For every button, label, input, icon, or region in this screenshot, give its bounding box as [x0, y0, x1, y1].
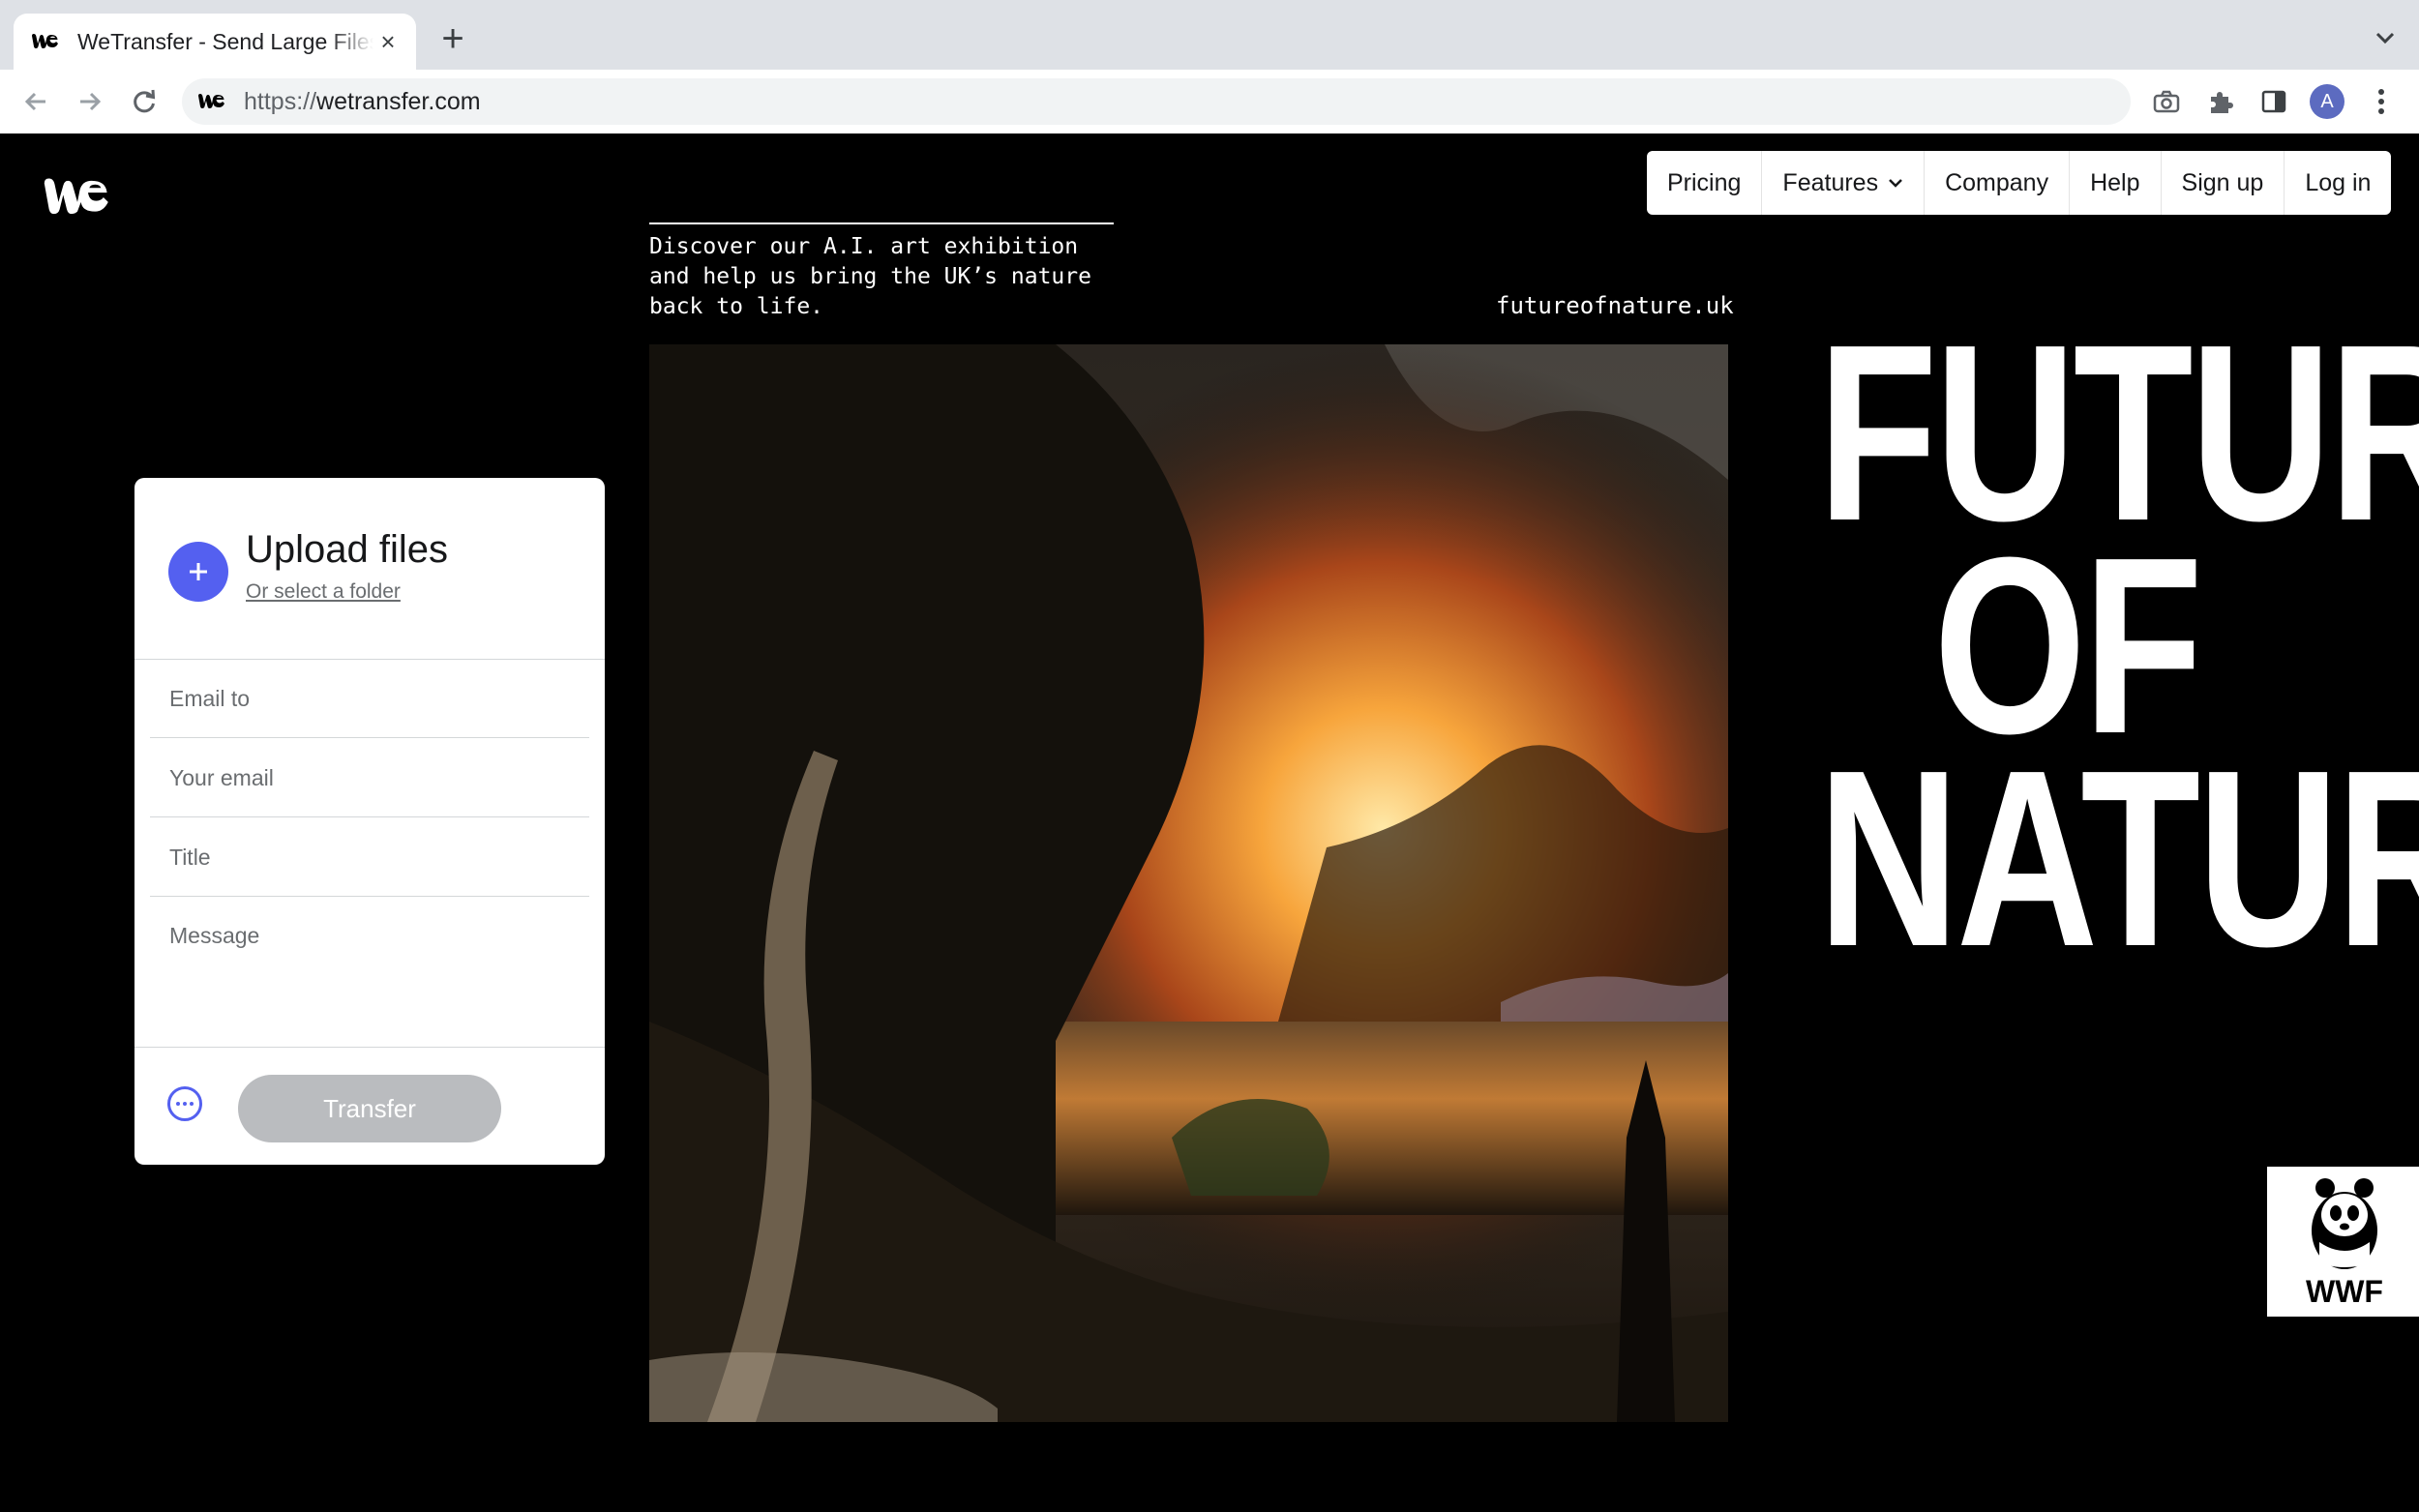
wetransfer-logo[interactable] — [39, 176, 116, 223]
browser-menu-icon[interactable] — [2363, 83, 2400, 120]
your-email-field-wrap — [150, 739, 589, 817]
reload-icon[interactable] — [126, 83, 163, 120]
add-files-button[interactable] — [168, 542, 228, 602]
chevron-down-icon — [1888, 178, 1903, 188]
wwf-panda-logo[interactable]: WWF — [2267, 1167, 2419, 1317]
profile-avatar[interactable]: A — [2309, 83, 2345, 120]
wetransfer-favicon-icon — [31, 31, 64, 52]
select-folder-link[interactable]: Or select a folder — [246, 580, 401, 604]
camera-icon[interactable] — [2148, 83, 2185, 120]
nav-features[interactable]: Features — [1761, 151, 1924, 215]
side-panel-icon[interactable] — [2255, 83, 2292, 120]
nav-features-label: Features — [1782, 168, 1879, 196]
title-input[interactable] — [150, 818, 589, 896]
forward-arrow-icon[interactable] — [72, 83, 108, 120]
page-content: Pricing Features Company Help Sign up Lo… — [0, 133, 2419, 1512]
message-field-wrap — [150, 898, 589, 1047]
more-options-icon[interactable] — [167, 1086, 202, 1121]
extensions-puzzle-icon[interactable] — [2202, 83, 2239, 120]
tab-title: WeTransfer - Send Large Files & Share Ph… — [77, 28, 373, 54]
title-field-wrap — [150, 818, 589, 897]
email-to-input[interactable] — [150, 660, 589, 737]
browser-toolbar: https://wetransfer.com A — [0, 70, 2419, 134]
wwf-logo-text: WWF — [2306, 1274, 2383, 1309]
site-favicon-icon — [197, 91, 230, 112]
ai-artwork-image[interactable] — [649, 344, 1728, 1422]
nav-log-in[interactable]: Log in — [2284, 151, 2391, 215]
promo-link[interactable]: futureofnature.uk — [1496, 292, 1734, 319]
browser-tab[interactable]: WeTransfer - Send Large Files & Share Ph… — [14, 14, 416, 70]
upload-header: Upload files Or select a folder — [134, 478, 605, 660]
plus-icon — [190, 563, 207, 580]
headline-line-3: NATURE — [1817, 719, 2419, 999]
tab-search-chevron-icon[interactable] — [2371, 23, 2400, 52]
back-arrow-icon[interactable] — [17, 83, 54, 120]
browser-tabstrip: WeTransfer - Send Large Files & Share Ph… — [0, 0, 2419, 70]
nav-pricing[interactable]: Pricing — [1647, 151, 1761, 215]
email-to-field-wrap — [150, 660, 589, 738]
nav-company[interactable]: Company — [1924, 151, 2069, 215]
nav-help[interactable]: Help — [2069, 151, 2160, 215]
your-email-input[interactable] — [150, 739, 589, 816]
future-of-nature-headline: FUTURE OF NATURE — [1817, 308, 2419, 999]
promo-divider — [649, 222, 1114, 224]
upload-files-title[interactable]: Upload files — [246, 528, 448, 572]
main-nav: Pricing Features Company Help Sign up Lo… — [1647, 151, 2392, 215]
promo-description: Discover our A.I. art exhibition and hel… — [649, 234, 1091, 319]
message-textarea[interactable] — [150, 898, 589, 1043]
url-text: https://wetransfer.com — [244, 87, 481, 115]
transfer-button[interactable]: Transfer — [238, 1075, 501, 1142]
tab-close-icon[interactable]: × — [373, 27, 403, 56]
upload-footer: Transfer — [134, 1047, 605, 1165]
nav-sign-up[interactable]: Sign up — [2160, 151, 2285, 215]
upload-panel: Upload files Or select a folder Transfer — [134, 478, 605, 1165]
new-tab-button[interactable]: + — [435, 19, 470, 58]
address-bar[interactable]: https://wetransfer.com — [182, 78, 2131, 125]
